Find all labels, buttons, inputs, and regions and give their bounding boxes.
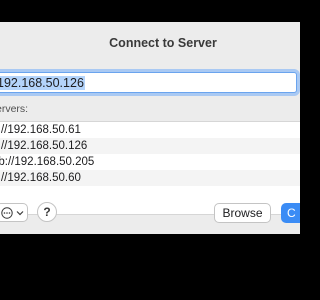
window-title: Connect to Server xyxy=(109,36,217,50)
chevron-down-icon xyxy=(16,210,24,216)
favorite-servers-label: ervers: xyxy=(0,103,29,115)
help-button[interactable]: ? xyxy=(37,202,57,222)
ellipsis-circle-icon xyxy=(0,206,13,219)
connect-to-server-dialog: Connect to Server 192.168.50.126 ervers:… xyxy=(0,22,300,234)
list-item[interactable]: c://192.168.50.60 xyxy=(0,170,300,186)
browse-button[interactable]: Browse xyxy=(214,203,271,223)
list-item[interactable]: nb://192.168.50.205 xyxy=(0,154,300,170)
dialog-footer: ? Browse C xyxy=(0,202,300,234)
action-menu-button[interactable] xyxy=(0,203,28,222)
list-item[interactable]: c://192.168.50.61 xyxy=(0,122,300,138)
favorite-servers-list: c://192.168.50.61 c://192.168.50.126 nb:… xyxy=(0,121,300,215)
title-bar: Connect to Server xyxy=(0,22,300,64)
list-item[interactable]: c://192.168.50.126 xyxy=(0,138,300,154)
server-address-input[interactable]: 192.168.50.126 xyxy=(0,72,297,93)
connect-button[interactable]: C xyxy=(281,203,300,223)
server-address-value[interactable]: 192.168.50.126 xyxy=(0,75,85,90)
